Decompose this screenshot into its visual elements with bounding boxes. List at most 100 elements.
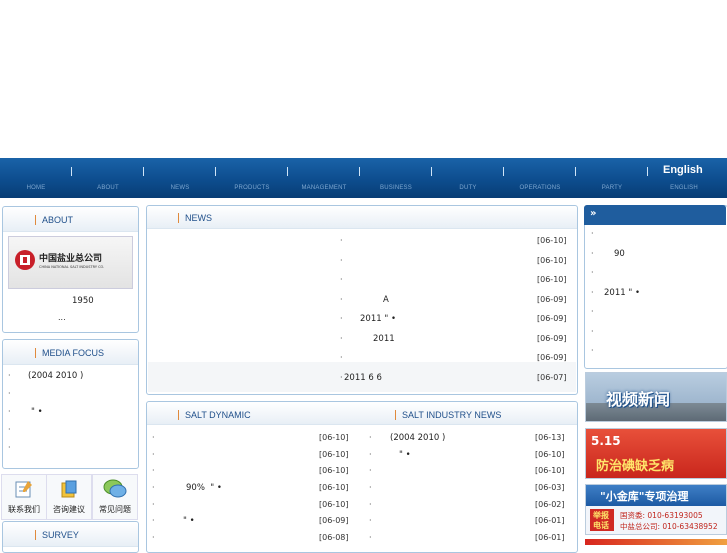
about-title[interactable]: ABOUT (35, 215, 73, 225)
main-nav: English HOME ABOUT NEWS PRODUCTS MANAGEM… (0, 158, 727, 198)
nav-separator (143, 167, 144, 176)
bullet: · (369, 516, 372, 525)
bullet: · (369, 466, 372, 475)
salt-dynamic-item[interactable]: " • (183, 514, 195, 528)
survey-panel: SURVEY (2, 521, 139, 553)
bullet: · (8, 407, 11, 416)
iodine-title: 防治碘缺乏病 (596, 459, 675, 474)
bullet: · (369, 433, 372, 442)
nav-item-home[interactable]: HOME (0, 185, 72, 191)
video-news-title: 视频新闻 (606, 390, 671, 409)
bullet: · (369, 450, 372, 459)
news-date: [06-10] (537, 275, 567, 284)
nav-item-duty[interactable]: DUTY (432, 185, 504, 191)
contact-us-label: 联系我们 (8, 505, 40, 514)
about-more-link[interactable]: ... (58, 313, 66, 322)
media-focus-panel: MEDIA FOCUS · (2004 2010 ) · · " • · · (2, 339, 139, 469)
industry-news-item[interactable]: " • (399, 448, 411, 462)
double-chevron-icon[interactable]: » (590, 208, 596, 219)
news-title[interactable]: NEWS (178, 213, 212, 223)
report-phone-2: 中盐总公司: 010-63438952 (620, 522, 718, 531)
nav-item-about[interactable]: ABOUT (72, 185, 144, 191)
treasury-banner[interactable]: "小金库"专项治理 举报 电话 国资委: 010-63193005 中盐总公司:… (585, 484, 727, 535)
faq-label: 常见问题 (99, 505, 131, 514)
news-date: [06-09] (537, 314, 567, 323)
news-date: [06-09] (537, 295, 567, 304)
about-year: 1950 (72, 296, 94, 306)
industry-news-date: [06-10] (535, 450, 565, 459)
salt-dynamic-date: [06-10] (319, 450, 349, 459)
suggestion-link[interactable]: 咨询建议 (46, 474, 92, 520)
next-banner-edge[interactable] (585, 539, 727, 545)
suggestion-label: 咨询建议 (53, 505, 85, 514)
iodine-date: 5.15 (591, 434, 621, 448)
nav-item-management[interactable]: MANAGEMENT (288, 185, 360, 191)
contact-us-link[interactable]: 联系我们 (1, 474, 47, 520)
news-date: [06-10] (537, 256, 567, 265)
news-date: [06-07] (537, 373, 567, 382)
right-list-item[interactable]: 90 (614, 247, 625, 261)
media-item[interactable]: (2004 2010 ) (28, 369, 83, 383)
english-link[interactable]: English (663, 164, 703, 176)
news-item[interactable]: A (383, 293, 389, 307)
logo-emblem-icon (15, 250, 35, 270)
company-logo[interactable]: 中国盐业总公司 CHINA NATIONAL SALT INDUSTRY CO. (8, 236, 133, 289)
contact-icon (15, 481, 32, 498)
report-label-2: 电话 (593, 521, 609, 530)
report-phone-1: 国资委: 010-63193005 (620, 511, 703, 520)
bullet: · (340, 353, 343, 362)
bullet: · (152, 483, 155, 492)
bullet: · (8, 389, 11, 398)
bullet: · (152, 450, 155, 459)
nav-item-english[interactable]: ENGLISH (648, 185, 720, 191)
bullet: · (369, 533, 372, 542)
video-news-banner[interactable]: 视频新闻 (585, 372, 727, 422)
faq-link[interactable]: 常见问题 (92, 474, 138, 520)
nav-item-business[interactable]: BUSINESS (360, 185, 432, 191)
faq-icon (103, 479, 127, 498)
news-item[interactable]: 2011 (373, 332, 395, 346)
industry-news-date: [06-13] (535, 433, 565, 442)
survey-title[interactable]: SURVEY (35, 530, 79, 540)
industry-news-date: [06-01] (535, 533, 565, 542)
iodine-banner[interactable]: 5.15 防治碘缺乏病 (585, 428, 727, 479)
news-date: [06-09] (537, 334, 567, 343)
bullet: · (152, 433, 155, 442)
nav-separator (71, 167, 72, 176)
news-item[interactable]: 2011 " • (360, 312, 396, 326)
media-item[interactable]: " • (31, 405, 43, 419)
industry-news-item[interactable]: (2004 2010 ) (390, 431, 445, 445)
salt-dynamic-date: [06-09] (319, 516, 349, 525)
bullet: · (152, 500, 155, 509)
nav-item-party[interactable]: PARTY (576, 185, 648, 191)
nav-item-products[interactable]: PRODUCTS (216, 185, 288, 191)
salt-industry-news-title[interactable]: SALT INDUSTRY NEWS (395, 410, 501, 420)
bullet: · (340, 275, 343, 284)
industry-news-date: [06-03] (535, 483, 565, 492)
news-date: [06-09] (537, 353, 567, 362)
news-item[interactable]: 2011 6 6 (344, 371, 382, 385)
bullet: · (340, 295, 343, 304)
bullet: · (152, 466, 155, 475)
nav-item-news[interactable]: NEWS (144, 185, 216, 191)
bullet: · (340, 334, 343, 343)
bullet: · (591, 268, 594, 277)
salt-dynamic-title[interactable]: SALT DYNAMIC (178, 410, 251, 420)
right-list-item[interactable]: 2011 " • (604, 286, 640, 300)
news-date: [06-10] (537, 236, 567, 245)
industry-news-date: [06-02] (535, 500, 565, 509)
bullet: · (8, 425, 11, 434)
bullet: · (591, 249, 594, 258)
nav-item-operations[interactable]: OPERATIONS (504, 185, 576, 191)
bullet: · (591, 327, 594, 336)
media-focus-title[interactable]: MEDIA FOCUS (35, 348, 104, 358)
right-list-header: » (584, 205, 726, 225)
nav-separator (647, 167, 648, 176)
bullet: · (340, 256, 343, 265)
bullet: · (591, 346, 594, 355)
bullet: · (340, 236, 343, 245)
salt-news-panel: SALT DYNAMIC SALT INDUSTRY NEWS · [06-10… (146, 401, 578, 553)
salt-dynamic-item[interactable]: 90% " • (186, 481, 222, 495)
nav-separator (287, 167, 288, 176)
bullet: · (152, 516, 155, 525)
